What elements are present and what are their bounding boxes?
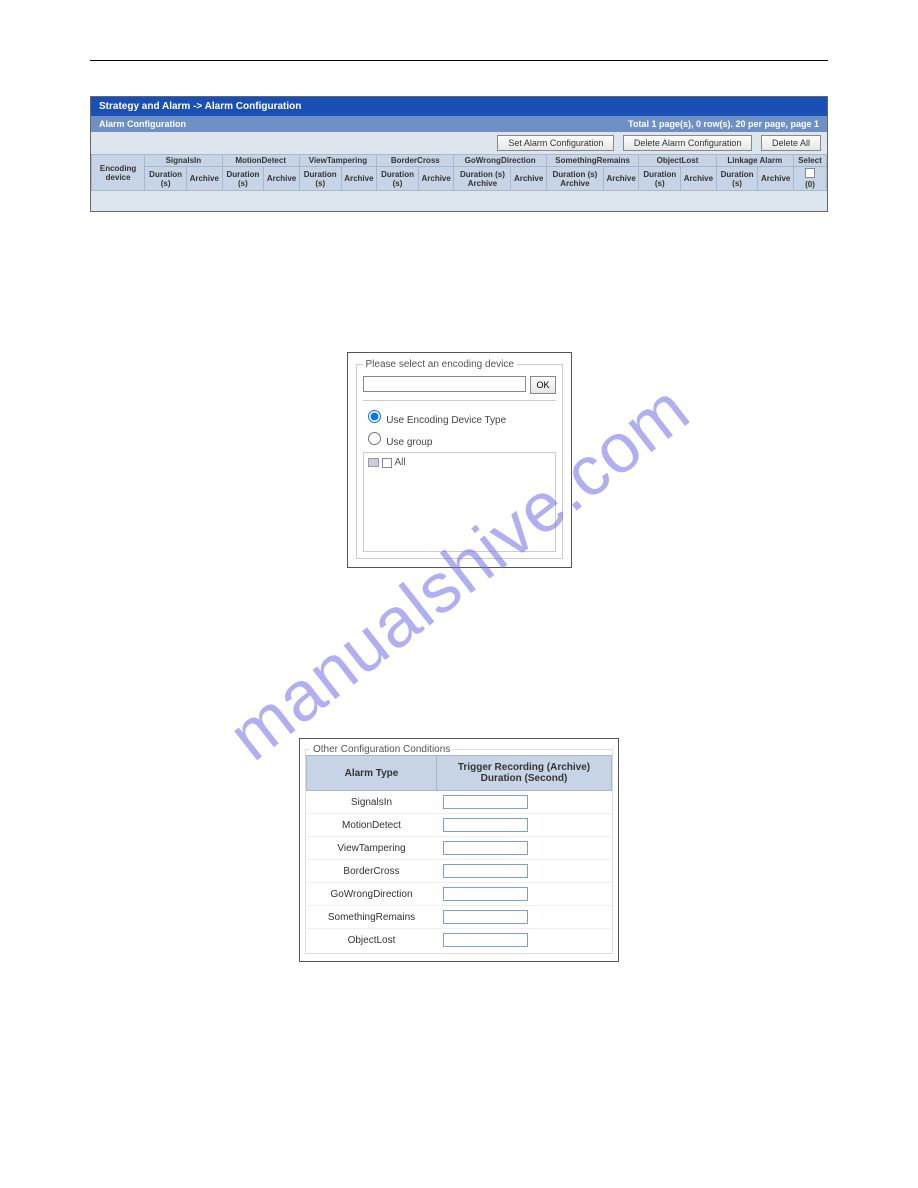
device-search-input[interactable] [363,376,526,392]
delete-alarm-button[interactable]: Delete Alarm Configuration [623,135,753,151]
select-count-text: (0) [805,180,815,189]
col-arc: Archive [418,167,453,191]
col-durs: Duration (s) Archive [454,167,511,191]
subheader: Alarm Configuration Total 1 page(s), 0 r… [91,116,827,132]
signalsin-input[interactable] [443,795,528,809]
toolbar: Set Alarm Configuration Delete Alarm Con… [91,132,827,154]
set-alarm-button[interactable]: Set Alarm Configuration [497,135,614,151]
select-device-panel: Please select an encoding device OK Use … [347,352,572,568]
table-row: SignalsIn [307,791,612,814]
select-all-checkbox[interactable] [805,168,815,178]
table-empty-area [91,191,827,211]
radio-use-group[interactable]: Use group [363,429,556,448]
motiondetect-input[interactable] [443,818,528,832]
col-dur: Duration (s) [639,167,681,191]
table-row: ViewTampering [307,837,612,860]
col-trigger-duration: Trigger Recording (Archive) Duration (Se… [437,756,612,791]
col-durs: Duration (s) Archive [546,167,603,191]
table-row: MotionDetect [307,814,612,837]
col-select: Select [793,155,826,167]
viewtampering-input[interactable] [443,841,528,855]
all-label: All [395,457,406,468]
col-arc: Archive [758,167,793,191]
row-label: SignalsIn [307,791,437,814]
col-arc: Archive [341,167,377,191]
objectlost-input[interactable] [443,933,528,947]
grp-linkage: Linkage Alarm [716,155,793,167]
row-label: GoWrongDirection [307,883,437,906]
grp-viewtampering: ViewTampering [299,155,376,167]
top-rule [90,60,828,61]
all-checkbox[interactable] [382,458,392,468]
device-tree[interactable]: All [363,452,556,552]
breadcrumb: Strategy and Alarm -> Alarm Configuratio… [91,97,827,116]
radio-use-group-input[interactable] [368,432,381,445]
col-dur: Duration (s) [716,167,758,191]
col-dur: Duration (s) [145,167,187,191]
row-label: ViewTampering [307,837,437,860]
grp-motiondetect: MotionDetect [222,155,299,167]
grp-gowrong: GoWrongDirection [454,155,546,167]
col-dur: Duration (s) [299,167,341,191]
col-arc: Archive [187,167,222,191]
col-encoding-device: Encoding device [92,155,145,191]
panel3-legend: Other Configuration Conditions [310,744,453,755]
select-count[interactable]: (0) [793,167,826,191]
grp-remains: SomethingRemains [546,155,638,167]
panel2-legend: Please select an encoding device [363,359,517,370]
alarm-table: Encoding device SignalsIn MotionDetect V… [91,154,827,191]
radio-use-group-label: Use group [386,437,432,448]
row-label: SomethingRemains [307,906,437,929]
radio-device-type-input[interactable] [368,410,381,423]
alarm-config-panel: Strategy and Alarm -> Alarm Configuratio… [90,96,828,212]
table-row: GoWrongDirection [307,883,612,906]
table-row: SomethingRemains [307,906,612,929]
ok-button[interactable]: OK [530,376,556,394]
table-row: ObjectLost [307,929,612,952]
grp-signalsin: SignalsIn [145,155,222,167]
sub-left: Alarm Configuration [99,119,186,129]
col-dur: Duration (s) [377,167,419,191]
row-label: MotionDetect [307,814,437,837]
grp-bordercross: BorderCross [377,155,454,167]
col-alarm-type: Alarm Type [307,756,437,791]
delete-all-button[interactable]: Delete All [761,135,821,151]
row-label: BorderCross [307,860,437,883]
bordercross-input[interactable] [443,864,528,878]
grp-objectlost: ObjectLost [639,155,716,167]
col-arc: Archive [511,167,546,191]
pager-text: Total 1 page(s), 0 row(s). 20 per page, … [628,119,819,129]
other-conditions-panel: Other Configuration Conditions Alarm Typ… [299,738,619,962]
col-arc: Archive [681,167,716,191]
conditions-table: Alarm Type Trigger Recording (Archive) D… [306,755,612,951]
col-arc: Archive [264,167,300,191]
col-arc: Archive [603,167,638,191]
gowrongdirection-input[interactable] [443,887,528,901]
radio-device-type-label: Use Encoding Device Type [386,415,506,426]
radio-device-type[interactable]: Use Encoding Device Type [363,407,556,426]
table-row: BorderCross [307,860,612,883]
col-dur: Duration (s) [222,167,264,191]
folder-icon [368,458,379,467]
row-label: ObjectLost [307,929,437,952]
somethingremains-input[interactable] [443,910,528,924]
